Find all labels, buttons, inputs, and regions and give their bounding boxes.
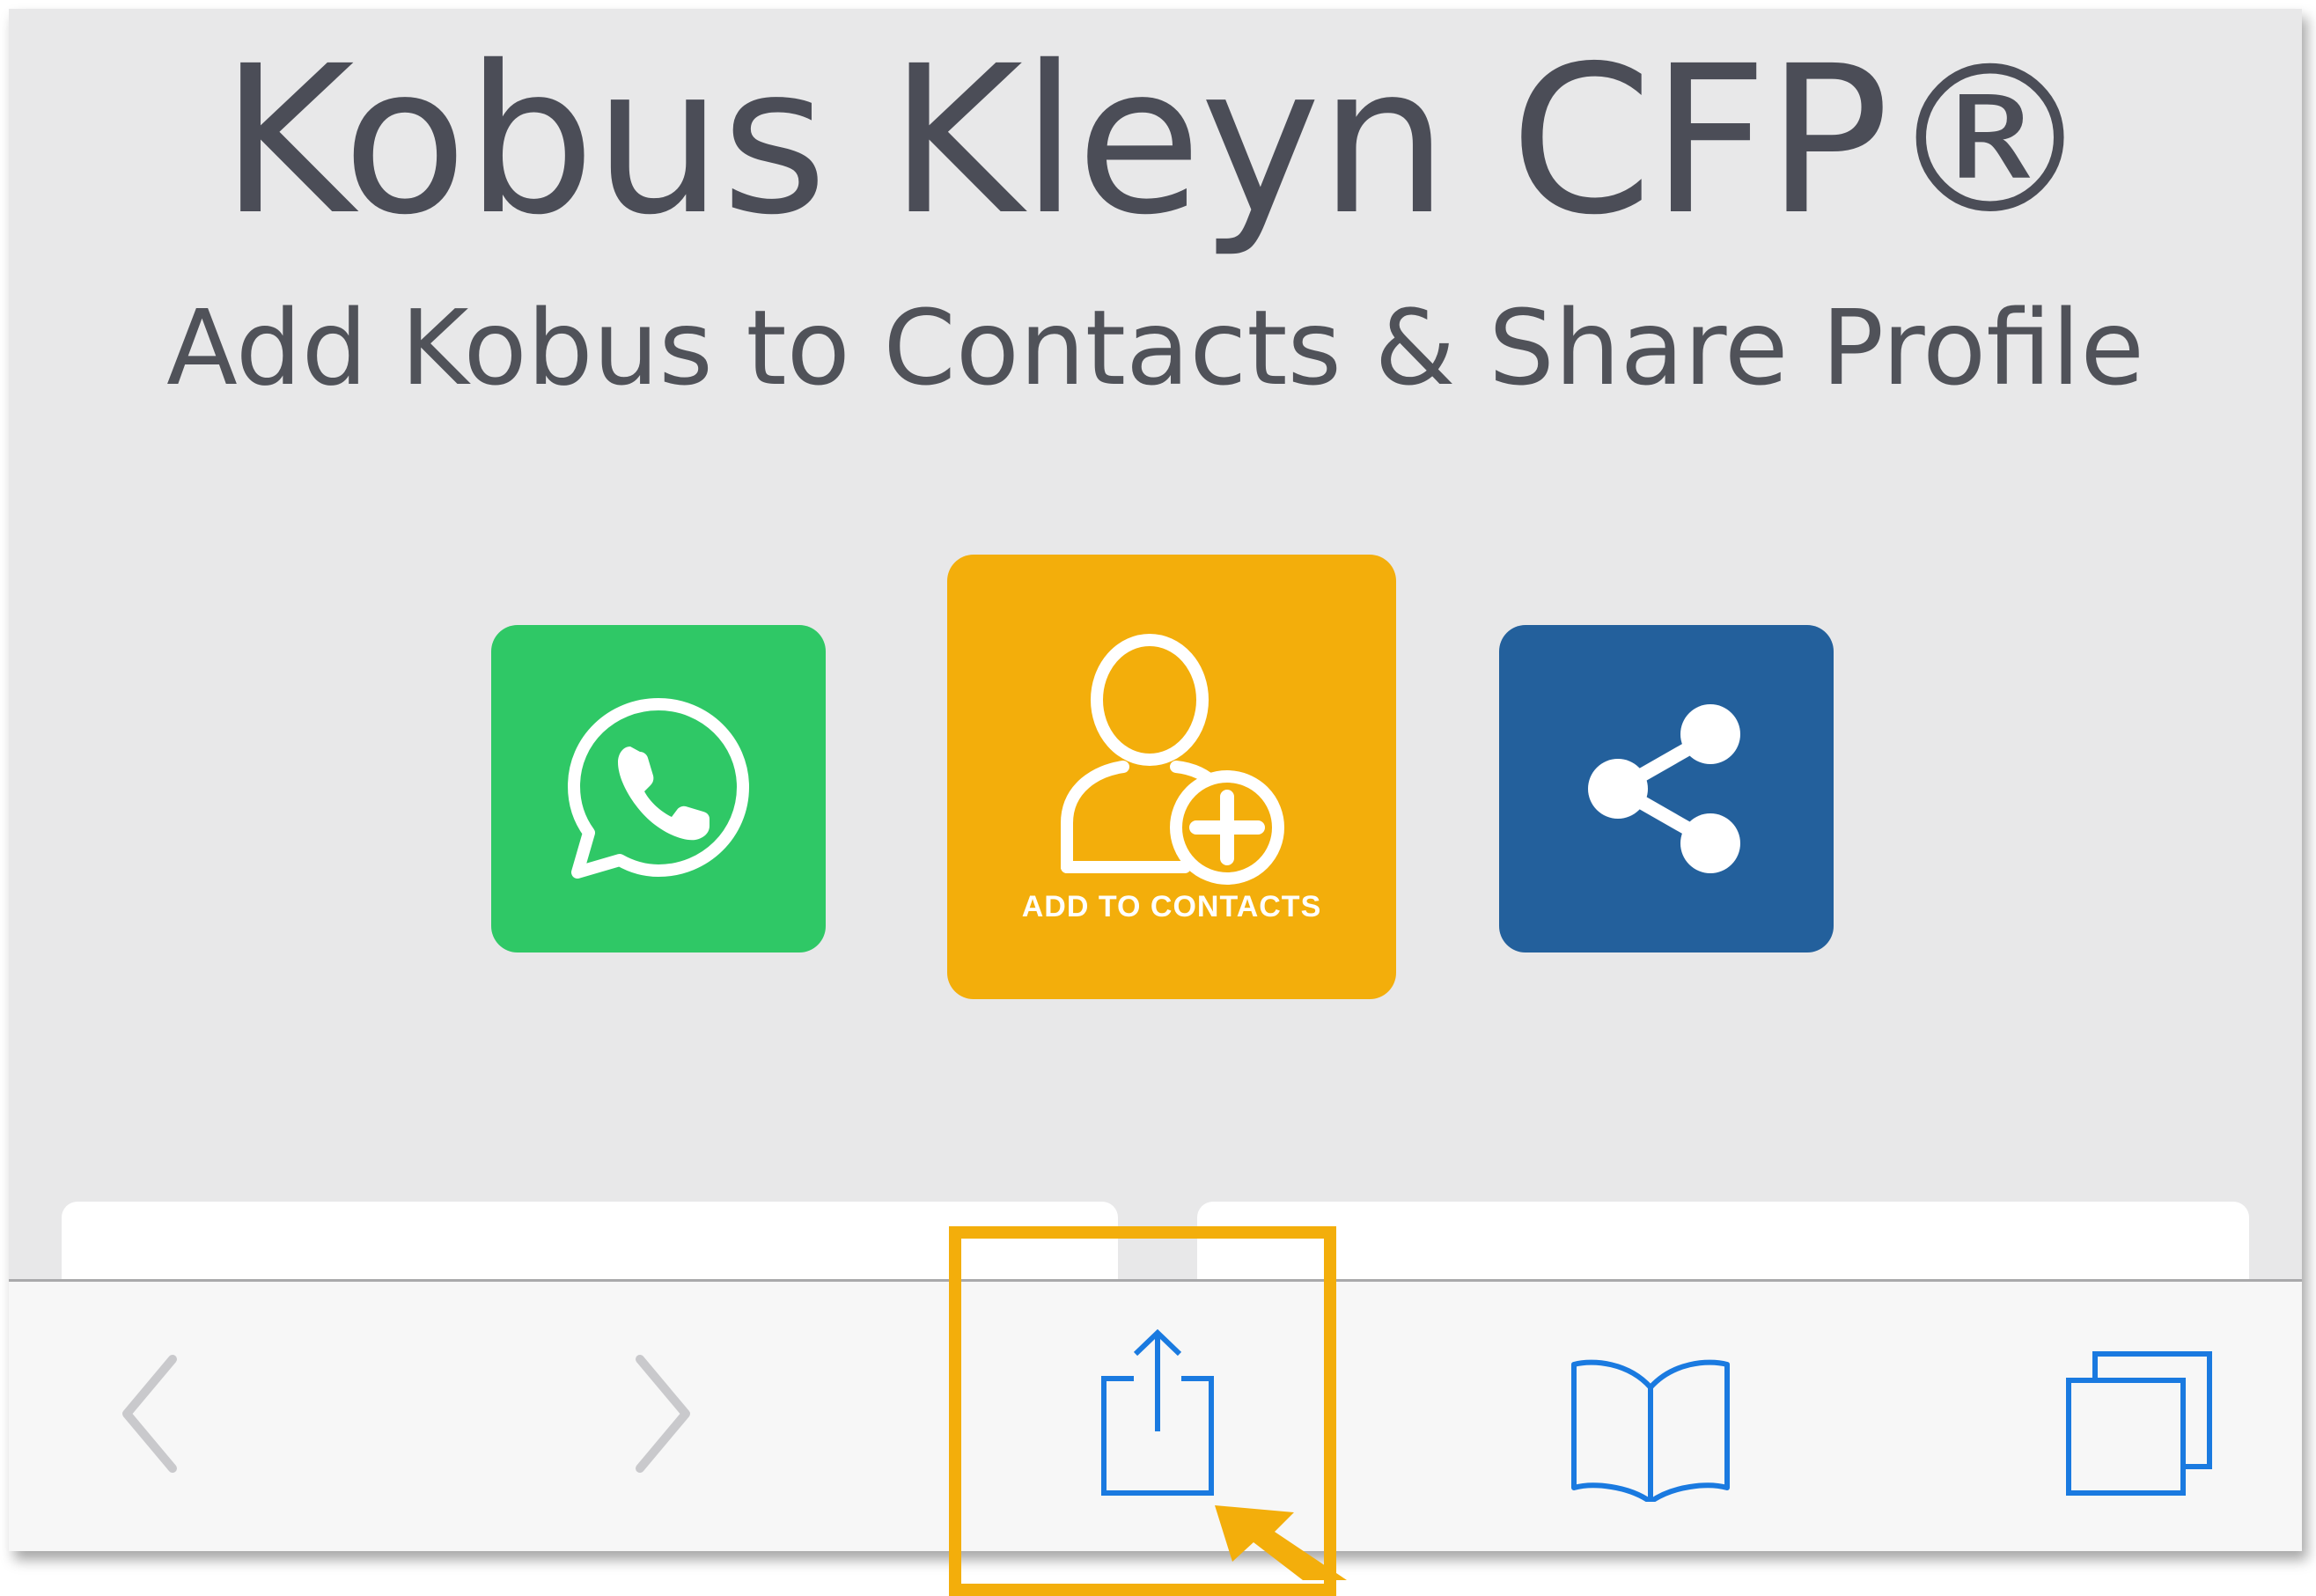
whatsapp-icon bbox=[568, 698, 749, 879]
forward-button[interactable] bbox=[610, 1335, 716, 1493]
bookmarks-book-icon bbox=[1571, 1359, 1730, 1502]
bookmarks-button[interactable] bbox=[1558, 1343, 1743, 1511]
add-to-contacts-label: ADD TO CONTACTS bbox=[1021, 890, 1322, 923]
tabs-icon bbox=[2066, 1351, 2212, 1496]
back-button[interactable] bbox=[97, 1335, 202, 1493]
share-profile-button[interactable] bbox=[1499, 625, 1834, 952]
share-icon bbox=[1588, 704, 1740, 873]
chevron-right-icon bbox=[636, 1355, 690, 1473]
tabs-button[interactable] bbox=[2051, 1335, 2227, 1511]
whatsapp-button[interactable] bbox=[491, 625, 826, 952]
browser-viewport: Kobus Kleyn CFP® Add Kobus to Contacts &… bbox=[9, 9, 2302, 1551]
share-upload-button[interactable] bbox=[1083, 1317, 1232, 1511]
browser-toolbar bbox=[9, 1279, 2302, 1551]
chevron-left-icon bbox=[122, 1355, 177, 1473]
page-title: Kobus Kleyn CFP® bbox=[220, 22, 2092, 260]
add-user-icon bbox=[1061, 634, 1284, 885]
page-subtitle: Add Kobus to Contacts & Share Profile bbox=[166, 287, 2144, 408]
share-upload-icon bbox=[1101, 1328, 1214, 1496]
add-to-contacts-button[interactable]: ADD TO CONTACTS bbox=[947, 555, 1396, 999]
